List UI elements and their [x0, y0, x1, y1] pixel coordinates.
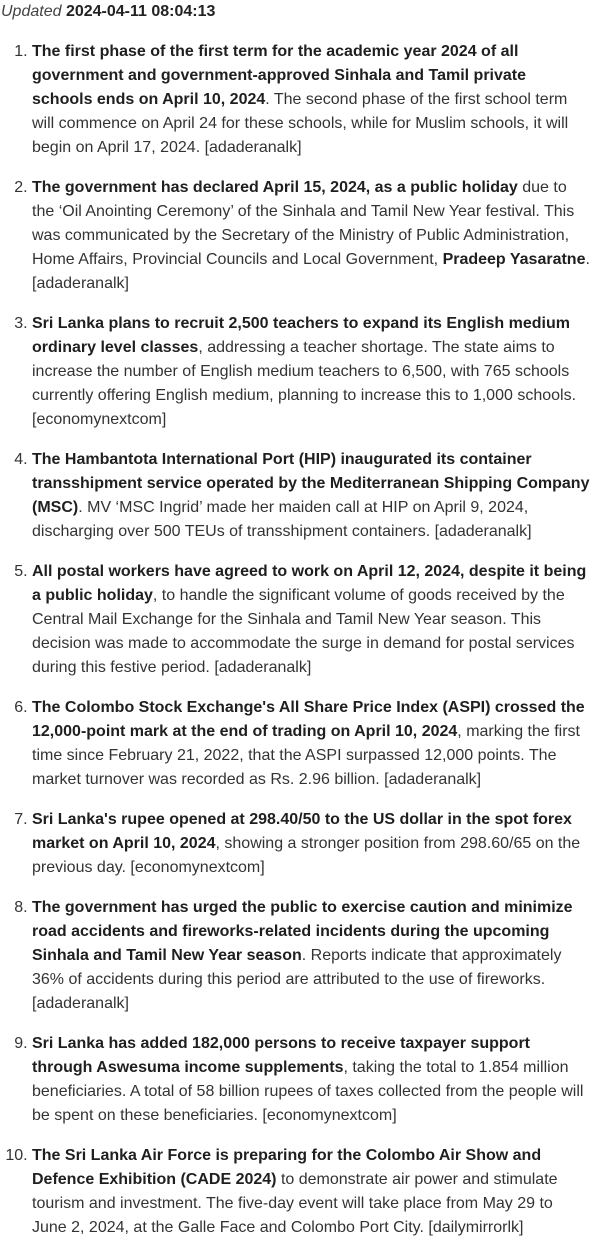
news-body: . MV ‘MSC Ingrid’ made her maiden call a… [32, 499, 532, 540]
news-item: The government has declared April 15, 20… [32, 176, 590, 296]
news-item: The first phase of the first term for th… [32, 40, 590, 160]
news-item: The Hambantota International Port (HIP) … [32, 448, 590, 544]
news-item: Sri Lanka has added 182,000 persons to r… [32, 1032, 590, 1128]
news-list: The first phase of the first term for th… [0, 40, 590, 1256]
news-headline: The government has declared April 15, 20… [32, 179, 518, 196]
news-item: The Sri Lanka Air Force is preparing for… [32, 1144, 590, 1240]
updated-label: Updated [1, 3, 62, 20]
news-item: Sri Lanka's rupee opened at 298.40/50 to… [32, 808, 590, 880]
news-item: The government has urged the public to e… [32, 896, 590, 1016]
news-item: Sri Lanka plans to recruit 2,500 teacher… [32, 312, 590, 432]
news-person-name: Pradeep Yasaratne [442, 251, 586, 268]
news-item: The Colombo Stock Exchange's All Share P… [32, 696, 590, 792]
news-item: All postal workers have agreed to work o… [32, 560, 590, 680]
updated-timestamp: 2024-04-11 08:04:13 [65, 3, 216, 20]
updated-line: Updated 2024-04-11 08:04:13 [1, 0, 215, 24]
